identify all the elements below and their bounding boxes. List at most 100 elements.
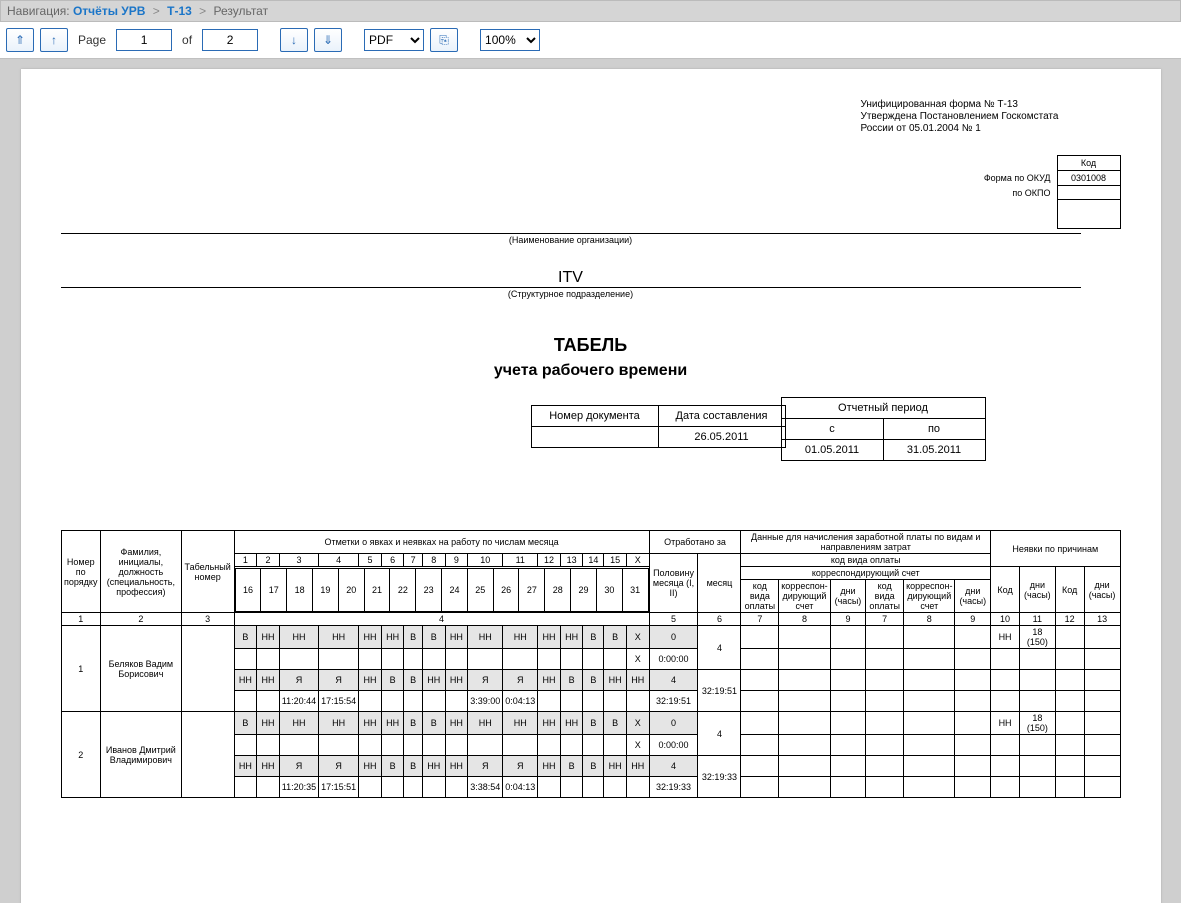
th-index: 12 <box>1055 613 1084 626</box>
table-cell: НН <box>604 670 627 691</box>
table-cell <box>991 649 1020 670</box>
table-cell <box>257 735 280 756</box>
table-cell <box>866 756 904 777</box>
table-cell <box>626 777 649 798</box>
table-cell: Я <box>468 756 503 777</box>
table-cell: НН <box>445 626 468 649</box>
table-cell <box>779 691 830 712</box>
th-worked: Отработано за <box>649 531 741 554</box>
th-dch2: дни (часы) <box>955 580 991 613</box>
table-cell: НН <box>626 670 649 691</box>
table-cell <box>1084 626 1120 649</box>
table-cell <box>381 649 404 670</box>
table-cell <box>404 735 423 756</box>
period-from-value: 01.05.2011 <box>781 440 883 461</box>
th-day: 22 <box>390 568 416 611</box>
th-marks: Отметки о явках и неявках на работу по ч… <box>234 531 649 554</box>
table-cell: Я <box>468 670 503 691</box>
table-cell <box>830 649 866 670</box>
table-cell: НН <box>257 756 280 777</box>
date-label: Дата составления <box>658 406 785 427</box>
th-day: 5 <box>359 554 382 567</box>
current-page-input[interactable] <box>116 29 172 51</box>
table-cell <box>779 777 830 798</box>
table-cell: Я <box>503 756 538 777</box>
table-cell <box>830 691 866 712</box>
table-cell: В <box>381 670 404 691</box>
table-cell: 32:19:51 <box>649 691 698 712</box>
th-day: 24 <box>442 568 468 611</box>
table-cell <box>503 649 538 670</box>
th-index: 9 <box>830 613 866 626</box>
next-page-button[interactable]: ↓ <box>280 28 308 52</box>
th-kod: Код <box>991 567 1020 613</box>
table-cell <box>991 777 1020 798</box>
table-cell: 3:39:00 <box>468 691 503 712</box>
breadcrumb-link-level2[interactable]: Т-13 <box>167 4 192 18</box>
table-cell <box>830 670 866 691</box>
format-select[interactable]: PDF <box>364 29 424 51</box>
dept-caption: (Структурное подразделение) <box>61 289 1081 299</box>
table-cell <box>181 626 234 712</box>
table-cell <box>904 712 955 735</box>
th-half: Половину месяца (I, II) <box>649 554 698 613</box>
table-cell <box>741 712 779 735</box>
table-cell <box>741 756 779 777</box>
table-cell <box>991 756 1020 777</box>
table-cell <box>538 777 561 798</box>
total-pages-field <box>202 29 258 51</box>
table-cell <box>381 735 404 756</box>
table-cell <box>1055 691 1084 712</box>
zoom-select[interactable]: 100% <box>480 29 540 51</box>
th-day: 26 <box>493 568 519 611</box>
th-kod2: Код <box>1055 567 1084 613</box>
table-cell <box>1055 777 1084 798</box>
table-cell <box>866 626 904 649</box>
table-cell <box>583 735 604 756</box>
th-day: 19 <box>312 568 338 611</box>
table-cell <box>904 649 955 670</box>
table-cell <box>904 777 955 798</box>
prev-page-button[interactable]: ↑ <box>40 28 68 52</box>
table-cell: НН <box>538 626 561 649</box>
th-index: 9 <box>955 613 991 626</box>
th-paydata: Данные для начисления заработной платы п… <box>741 531 991 554</box>
table-cell: 3:38:54 <box>468 777 503 798</box>
table-cell <box>234 691 257 712</box>
table-cell <box>904 735 955 756</box>
table-cell <box>404 649 423 670</box>
table-cell <box>741 735 779 756</box>
breadcrumb-sep-icon: > <box>199 4 206 18</box>
first-page-button[interactable]: ⇑ <box>6 28 34 52</box>
table-cell: 18 (150) <box>1020 626 1056 649</box>
th-day: 25 <box>467 568 493 611</box>
th-absences: Неявки по причинам <box>991 531 1120 567</box>
th-index: 2 <box>101 613 182 626</box>
th-name: Фамилия, инициалы, должность (специально… <box>101 531 182 613</box>
th-index: 10 <box>991 613 1020 626</box>
th-day: 20 <box>338 568 364 611</box>
table-cell: В <box>604 712 627 735</box>
table-cell: НН <box>279 712 318 735</box>
table-cell: 0 <box>649 626 698 649</box>
last-page-button[interactable]: ⇓ <box>314 28 342 52</box>
breadcrumb-nav-label: Навигация: <box>7 4 70 18</box>
th-day: 17 <box>261 568 287 611</box>
table-cell <box>779 712 830 735</box>
th-index: 13 <box>1084 613 1120 626</box>
export-button[interactable]: ⎘ <box>430 28 458 52</box>
form-info: Унифицированная форма № Т-13 Утверждена … <box>861 99 1121 135</box>
th-month: месяц <box>698 554 741 613</box>
breadcrumb-link-level1[interactable]: Отчёты УРВ <box>73 4 145 18</box>
table-cell: 17:15:54 <box>319 691 359 712</box>
table-cell <box>1084 756 1120 777</box>
table-cell <box>1084 649 1120 670</box>
table-cell <box>1084 691 1120 712</box>
table-cell <box>1084 712 1120 735</box>
report-title-2: учета рабочего времени <box>61 362 1121 380</box>
table-cell: НН <box>604 756 627 777</box>
table-cell <box>604 649 627 670</box>
table-cell <box>741 777 779 798</box>
table-cell <box>404 777 423 798</box>
table-cell: 11:20:44 <box>279 691 318 712</box>
